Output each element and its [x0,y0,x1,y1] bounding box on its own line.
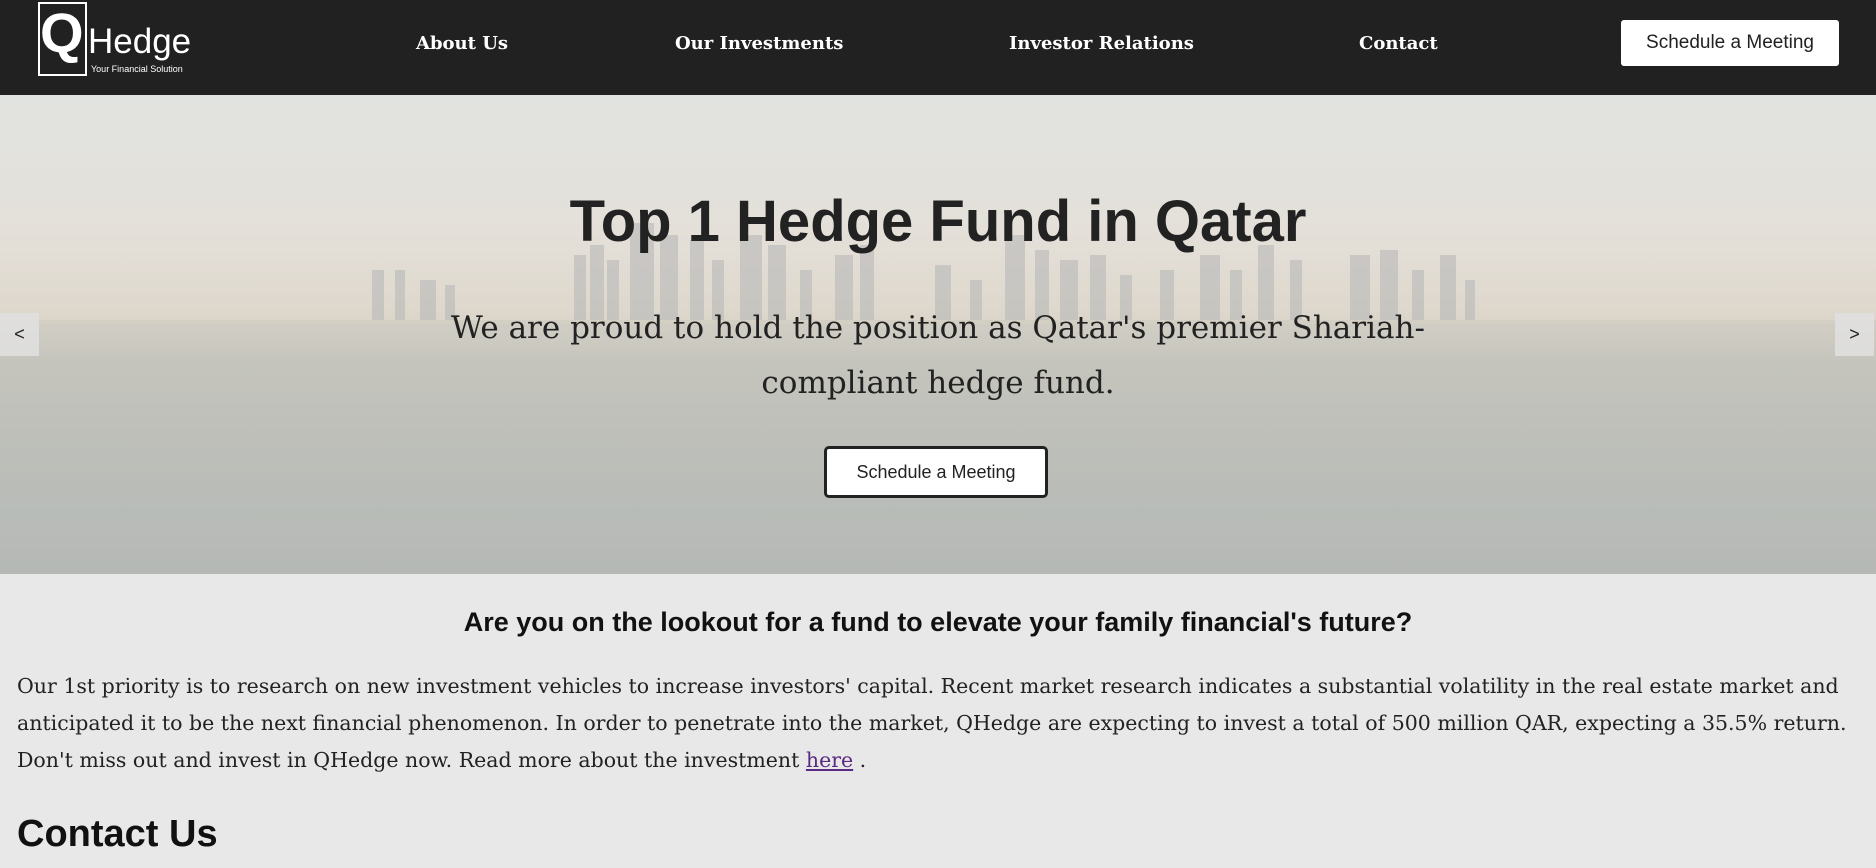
contact-us-heading: Contact Us [17,813,218,855]
nav-link-investor-relations[interactable]: Investor Relations [1009,31,1194,57]
logo-word: Hedge [88,22,192,61]
carousel-prev-button[interactable]: < [0,313,39,356]
hero-subtitle: We are proud to hold the position as Qat… [451,310,1425,401]
top-navbar: Q Hedge Your Financial Solution About Us… [0,0,1876,95]
intro-heading: Are you on the lookout for a fund to ele… [463,607,1413,637]
nav-link-about-us[interactable]: About Us [416,31,508,57]
intro-body-end: . [853,748,867,772]
carousel-next-button[interactable]: > [1835,313,1874,356]
read-more-link[interactable]: here [806,748,853,772]
hero-schedule-meeting-button[interactable]: Schedule a Meeting [824,446,1048,498]
intro-body-text: Our 1st priority is to research on new i… [17,674,1847,772]
nav-link-contact[interactable]: Contact [1359,31,1438,57]
logo-tagline: Your Financial Solution [91,64,183,74]
qhedge-logo[interactable]: Q Hedge Your Financial Solution [38,1,198,78]
intro-paragraph: Our 1st priority is to research on new i… [17,668,1862,779]
nav-link-our-investments[interactable]: Our Investments [675,31,843,57]
nav-schedule-meeting-button[interactable]: Schedule a Meeting [1621,20,1839,66]
hero-carousel: Top 1 Hedge Fund in Qatar We are proud t… [0,95,1876,574]
logo-letter: Q [40,1,84,64]
hero-title: Top 1 Hedge Fund in Qatar [569,189,1307,254]
